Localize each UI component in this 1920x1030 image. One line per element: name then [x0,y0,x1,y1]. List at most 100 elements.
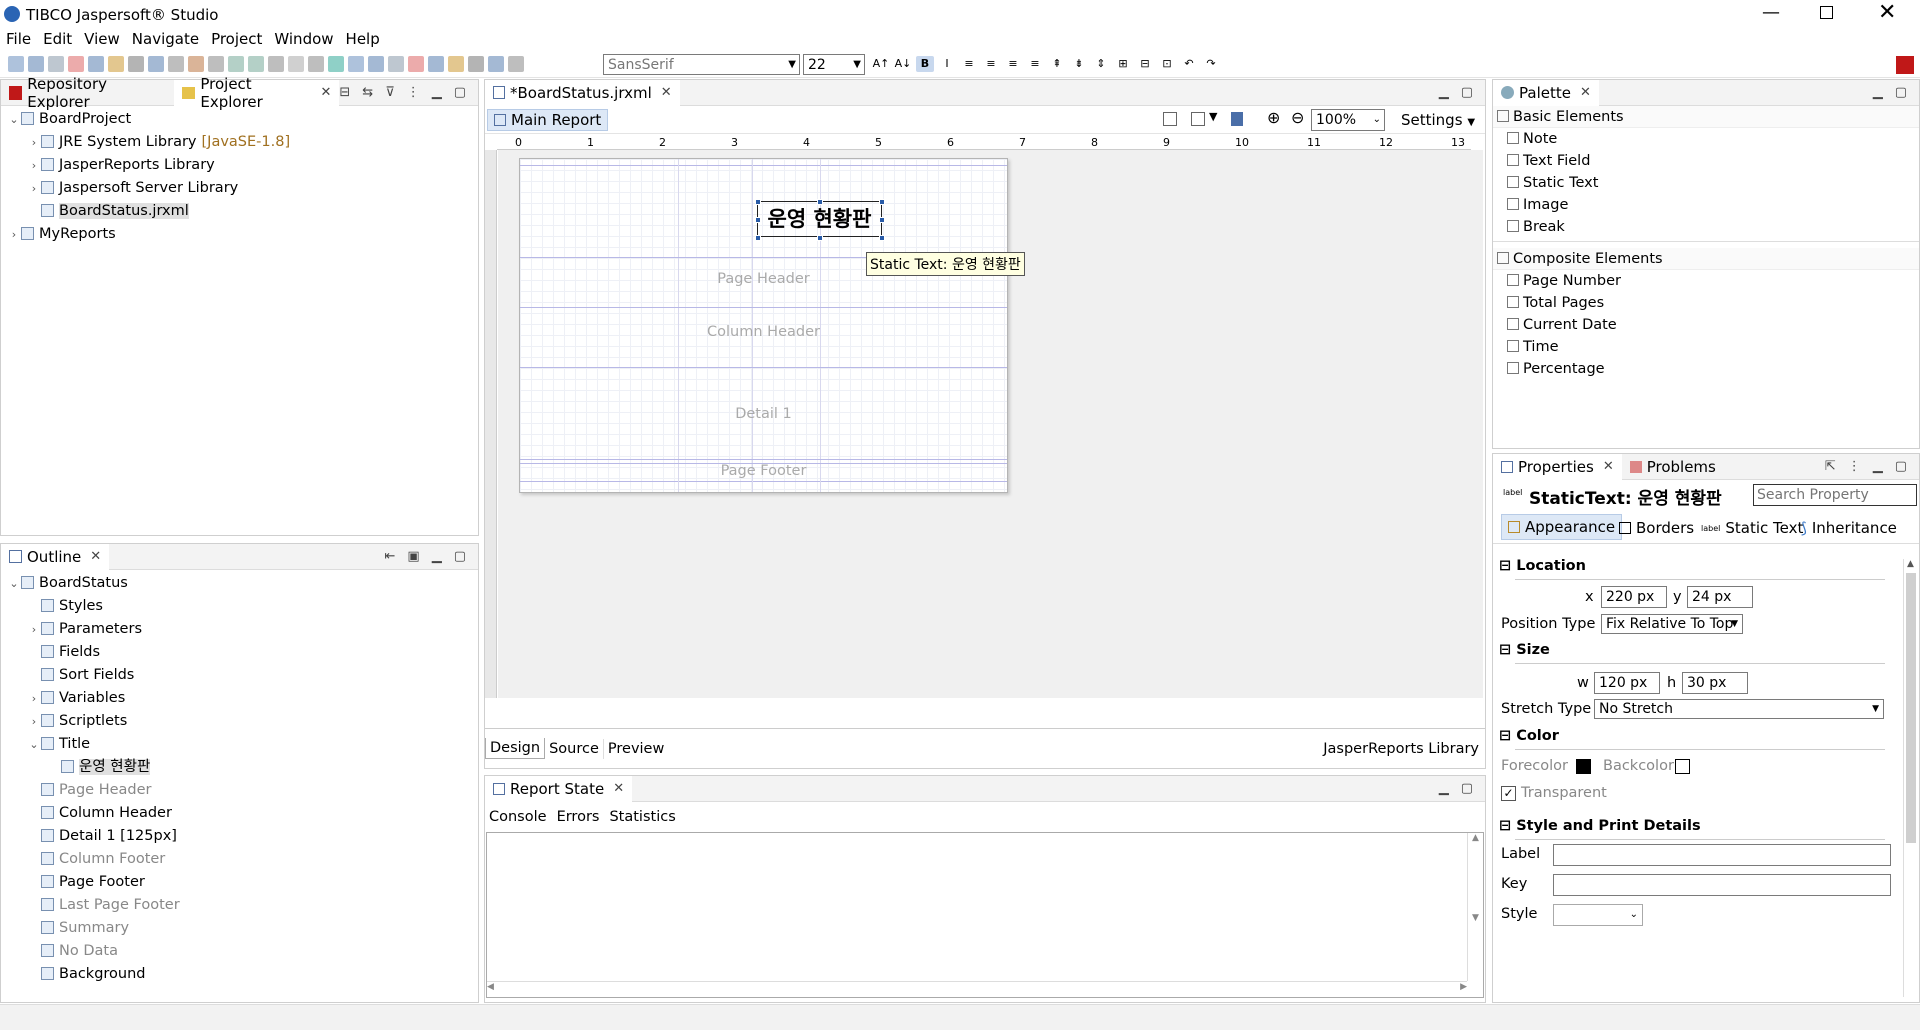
tab-project-explorer[interactable]: Project Explorer ✕ [174,75,340,111]
format-button-icon[interactable]: I [938,56,956,72]
basic-elements-section[interactable]: Basic Elements [1493,106,1919,128]
minimize-icon[interactable]: ▁ [1439,781,1449,796]
toolbar-button-icon[interactable] [308,56,324,72]
tree-item[interactable]: Fields [1,641,478,664]
tree-item[interactable]: › JRE System Library [JavaSE-1.8] [1,131,478,154]
expand-right-icon[interactable]: › [27,131,41,154]
resize-handle[interactable] [879,217,885,223]
band-page-header[interactable]: Page Header [717,271,810,287]
palette-item[interactable]: Image [1493,194,1919,216]
restore-button[interactable] [1820,6,1833,19]
close-icon[interactable]: ✕ [661,85,672,100]
settings-button[interactable]: Settings ▼ [1401,111,1475,129]
tab-preview[interactable]: Preview [604,739,668,759]
console-area[interactable]: ▲ ▼ ◀ ▶ [486,832,1484,998]
tree-item[interactable]: ⌄ BoardStatus [1,572,478,595]
toolbar-button-icon[interactable] [48,56,64,72]
backcolor-swatch[interactable] [1675,759,1690,774]
position-type-select[interactable]: Fix Relative To Top ▼ [1601,614,1743,634]
stretch-type-select[interactable]: No Stretch ▼ [1594,699,1884,719]
toolbar-button-icon[interactable] [8,56,24,72]
band-page-footer[interactable]: Page Footer [721,463,807,479]
tree-item[interactable]: ⌄ Title [1,733,478,756]
minimize-icon[interactable]: ▁ [432,549,442,564]
format-button-icon[interactable]: ⊟ [1136,56,1154,72]
tab-inheritance[interactable]: ⟆ Inheritance [1801,519,1897,537]
style-print-section[interactable]: ⊟ Style and Print Details [1499,818,1701,834]
minimize-button[interactable]: — [1762,2,1780,23]
palette-item[interactable]: Static Text [1493,172,1919,194]
close-icon[interactable]: ✕ [320,85,331,100]
tree-item[interactable]: Page Header [1,779,478,802]
tree-item[interactable]: › Parameters [1,618,478,641]
resize-handle[interactable] [755,217,761,223]
tab-errors[interactable]: Errors [557,809,600,825]
tab-borders[interactable]: Borders [1619,519,1694,537]
tree-item[interactable]: › Scriptlets [1,710,478,733]
expand-right-icon[interactable]: › [27,618,41,641]
palette-item[interactable]: Page Number [1493,270,1919,292]
toolbar-button-icon[interactable] [88,56,104,72]
composite-elements-section[interactable]: Composite Elements [1493,248,1919,270]
format-button-icon[interactable]: ≡ [1004,56,1022,72]
palette-item[interactable]: Time [1493,336,1919,358]
tab-source[interactable]: Source [545,738,604,759]
view-menu-icon[interactable]: ⋮ [1848,459,1861,474]
minimize-icon[interactable]: ▁ [1873,459,1883,474]
filter-icon[interactable]: ⊽ [385,85,395,100]
tree-item[interactable]: Sort Fields [1,664,478,687]
h-field[interactable]: 30 px [1682,672,1748,694]
close-icon[interactable]: ✕ [1580,85,1591,100]
format-button-icon[interactable]: ⊡ [1158,56,1176,72]
tab-repository-explorer[interactable]: Repository Explorer [1,75,174,111]
band-detail-1[interactable]: Detail 1 [735,406,792,422]
link-editor-icon[interactable]: ⇆ [362,85,373,100]
format-button-icon[interactable]: ⇕ [1092,56,1110,72]
menu-edit[interactable]: Edit [43,30,72,48]
expand-right-icon[interactable]: › [27,154,41,177]
format-button-icon[interactable]: B [916,56,934,72]
toolbar-button-icon[interactable] [328,56,344,72]
color-section[interactable]: ⊟ Color [1499,728,1559,744]
tree-item[interactable]: Styles [1,595,478,618]
pin-icon[interactable]: ⇱ [1825,459,1836,474]
size-section[interactable]: ⊟ Size [1499,642,1550,658]
band-column-header[interactable]: Column Header [707,324,820,340]
tree-item[interactable]: Background [1,963,478,986]
properties-scrollbar[interactable]: ▲ [1903,559,1917,997]
expand-down-icon[interactable]: ⌄ [27,733,41,756]
tab-console[interactable]: Console [489,809,547,825]
minimize-icon[interactable]: ▁ [432,85,442,100]
w-field[interactable]: 120 px [1594,672,1660,694]
tree-item[interactable]: ⌄ BoardProject [1,108,478,131]
design-canvas[interactable]: Page Header Column Header Detail 1 Page … [498,150,1483,698]
tab-outline[interactable]: Outline ✕ [1,543,110,570]
close-icon[interactable]: ✕ [90,549,101,564]
tab-properties[interactable]: Properties ✕ [1493,453,1622,480]
resize-handle[interactable] [755,199,761,205]
toolbar-button-icon[interactable] [168,56,184,72]
format-button-icon[interactable]: ⊞ [1114,56,1132,72]
maximize-icon[interactable]: ▢ [1895,85,1907,100]
toolbar-button-icon[interactable] [208,56,224,72]
toolbar-button-icon[interactable] [268,56,284,72]
toolbar-button-icon[interactable] [468,56,484,72]
location-section[interactable]: ⊟ Location [1499,558,1586,574]
toolbar-button-icon[interactable] [28,56,44,72]
tree-item[interactable]: No Data [1,940,478,963]
expand-right-icon[interactable]: › [27,687,41,710]
menu-window[interactable]: Window [274,30,333,48]
tree-item[interactable]: › JasperReports Library [1,154,478,177]
horizontal-scrollbar[interactable]: ◀ ▶ [487,981,1467,997]
toolbar-button-icon[interactable] [128,56,144,72]
toolbar-button-icon[interactable] [68,56,84,72]
font-family-select[interactable]: SansSerif ▼ [603,54,800,75]
format-button-icon[interactable]: ↷ [1202,56,1220,72]
forecolor-swatch[interactable] [1576,759,1591,774]
tree-item[interactable]: BoardStatus.jrxml [1,200,478,223]
resize-handle[interactable] [755,235,761,241]
toolbar-button-icon[interactable] [428,56,444,72]
toolbar-button-icon[interactable] [448,56,464,72]
menu-help[interactable]: Help [346,30,380,48]
grid-options-icon[interactable] [1191,112,1205,126]
